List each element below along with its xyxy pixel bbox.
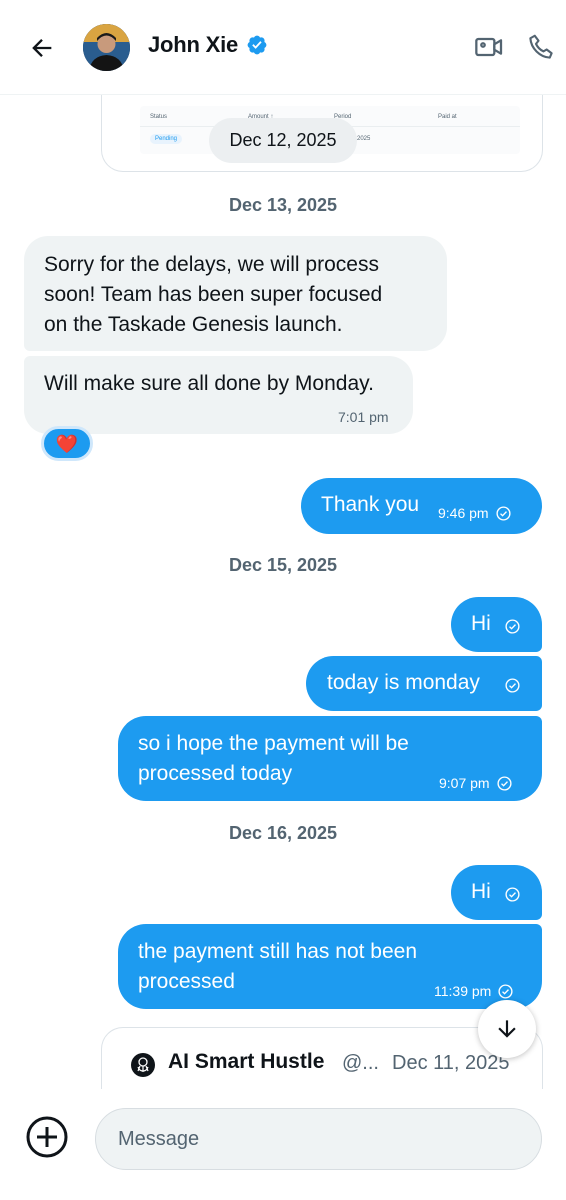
table-cell-period: 2025: [357, 136, 371, 142]
outgoing-message[interactable]: the payment still has not been processed…: [118, 924, 542, 1009]
message-meta: 9:07 pm: [439, 768, 513, 798]
arrow-down-icon: [498, 1020, 516, 1038]
heart-reaction[interactable]: ❤️: [41, 426, 93, 461]
plus-circle-icon: [26, 1116, 68, 1158]
sent-check-icon: [498, 983, 513, 999]
floating-date-pill: Dec 12, 2025: [209, 118, 357, 163]
table-header-paid-at: Paid at: [438, 114, 457, 120]
table-header-status: Status: [150, 114, 168, 120]
sent-check-icon: [505, 887, 520, 902]
message-text: Hi: [471, 612, 491, 635]
message-timestamp: 11:39 pm: [434, 983, 492, 999]
message-text: so i hope the payment will be processed …: [138, 729, 409, 789]
message-timestamp: 9:46 pm: [438, 505, 489, 521]
message-input[interactable]: Message: [95, 1108, 542, 1170]
sent-check-icon: [505, 678, 520, 693]
octopus-logo-icon: [137, 1057, 149, 1072]
add-attachment-button[interactable]: [25, 1115, 69, 1159]
video-call-icon: [475, 37, 503, 57]
message-timestamp: 7:01 pm: [338, 409, 389, 425]
message-meta: 9:46 pm: [438, 498, 512, 528]
contact-name-group[interactable]: John Xie: [148, 32, 268, 58]
date-separator: Dec 13, 2025: [228, 195, 338, 215]
message-text: the payment still has not been processed: [138, 937, 417, 997]
message-line: Sorry for the delays, we will process: [44, 253, 379, 276]
message-text: Sorry for the delays, we will process so…: [44, 250, 382, 340]
contact-name: John Xie: [148, 32, 239, 57]
outgoing-message[interactable]: Thank you 9:46 pm: [301, 478, 542, 534]
message-line: processed: [138, 970, 235, 993]
message-text: Hi: [471, 880, 491, 903]
message-line: the payment still has not been: [138, 940, 418, 963]
video-call-button[interactable]: [470, 28, 508, 66]
date-separator: Dec 16, 2025: [228, 823, 338, 843]
back-button[interactable]: [22, 28, 62, 68]
message-line: processed today: [138, 762, 293, 785]
outgoing-message[interactable]: today is monday: [306, 656, 542, 711]
message-text: Thank you: [321, 493, 420, 516]
scroll-to-bottom-button[interactable]: [478, 1000, 536, 1058]
back-arrow-icon: [32, 39, 52, 57]
quoted-post-card[interactable]: AI Smart Hustle @... Dec 11, 2025: [101, 1027, 543, 1089]
incoming-message[interactable]: Sorry for the delays, we will process so…: [24, 236, 447, 351]
chat-header: John Xie: [0, 0, 566, 95]
phone-icon: [529, 34, 553, 59]
heart-icon: ❤️: [55, 433, 79, 454]
message-input-placeholder: Message: [118, 1127, 200, 1150]
outgoing-message[interactable]: so i hope the payment will be processed …: [118, 716, 542, 801]
sent-check-icon: [497, 775, 512, 791]
incoming-message[interactable]: Will make sure all done by Monday. 7:01 …: [24, 356, 413, 434]
quoted-author-handle: @...: [342, 1052, 379, 1074]
message-line: so i hope the payment will be: [138, 732, 409, 755]
message-timestamp: 9:07 pm: [439, 775, 490, 791]
message-text: today is monday: [327, 671, 480, 694]
phone-call-button[interactable]: [522, 28, 560, 66]
message-line: soon! Team has been super focused: [44, 283, 383, 306]
verified-badge-icon: [247, 35, 267, 55]
quoted-author-name: AI Smart Hustle: [168, 1050, 325, 1073]
quoted-post-date: Dec 11, 2025: [392, 1052, 510, 1074]
quoted-author-avatar: [131, 1053, 155, 1077]
message-composer: Message: [0, 1090, 566, 1200]
contact-avatar[interactable]: [83, 24, 130, 71]
status-badge: Pending: [150, 134, 183, 144]
sent-check-icon: [496, 505, 511, 521]
date-separator: Dec 15, 2025: [228, 555, 338, 575]
avatar-image: [83, 24, 130, 71]
outgoing-message[interactable]: Hi: [451, 865, 542, 920]
sent-check-icon: [505, 619, 520, 634]
message-line: on the Taskade Genesis launch.: [44, 313, 343, 336]
outgoing-message[interactable]: Hi: [451, 597, 542, 652]
message-text: Will make sure all done by Monday.: [44, 372, 374, 395]
